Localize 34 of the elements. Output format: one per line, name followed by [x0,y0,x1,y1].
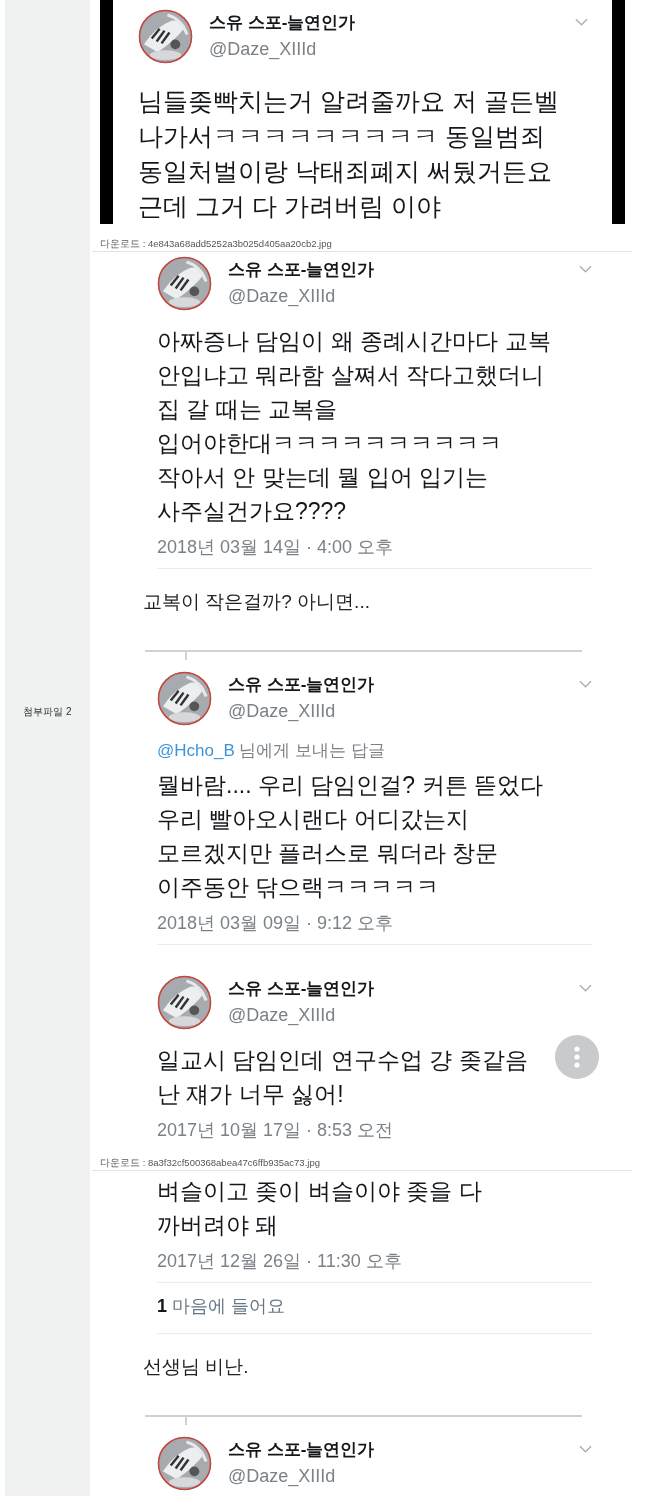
user-handle: @Daze_XIIId [209,38,318,62]
reply-line: @Hcho_B 님에게 보내는 답글 [157,740,386,762]
more-icon [574,1046,580,1068]
tweet-text: 님들좆빡치는거 알려줄까요 저 골든벨 나가서ㅋㅋㅋㅋㅋㅋㅋㅋㅋ 동일범죄 동일처벌이랑 낙태죄폐지 써뒀거든요 근데 그거 다 가려버림 이야 [138,86,559,222]
tweet-date: 2017년 12월 26일 · 11:30 오후 [157,1250,403,1273]
display-name: 스유 스포-늘연인가 [228,674,375,696]
tweet-text: 아짜증나 담임이 왜 종례시간마다 교복 안입냐고 뭐라함 살쪄서 작다고했더니 집 갈 때는 교복을 입어야한대ㅋㅋㅋㅋㅋㅋㅋㅋㅋㅋ 작아서 안 맞는데 뭘 입어 입기는 사주실건가요???? [157,327,551,526]
display-name: 스유 스포-늘연인가 [209,12,356,34]
user-handle: @Daze_XIIId [228,700,337,724]
display-name: 스유 스포-늘연인가 [228,1439,375,1461]
tweet-text: 뭘바람.... 우리 담임인걸? 커튼 뜯었다 우리 빨아오시랜다 어디갔는지 모르겠지만 플러스로 뭐더라 창문 이주동안 닦으랙ㅋㅋㅋㅋㅋ [157,771,543,902]
tweet-text: 벼슬이고 좆이 벼슬이야 좆을 다 까버려야 돼 [157,1177,482,1240]
tweet-date: 2018년 03월 14일 · 4:00 오후 [157,536,395,559]
user-handle: @Daze_XIIId [228,285,337,309]
chevron-down-icon[interactable] [579,1445,592,1453]
user-handle: @Daze_XIIId [228,1004,337,1028]
tweet-text: 일교시 담임인데 연구수업 걍 좆같음 난 쟤가 너무 싫어! [157,1046,528,1109]
mention-link[interactable]: @Hcho_B [157,741,235,760]
file-caption: 다운로드 : 4e843a68add5252a3b025d405aa20cb2.jpg [100,238,332,249]
display-name: 스유 스포-늘연인가 [228,978,375,1000]
chevron-down-icon[interactable] [579,984,592,992]
user-handle: @Daze_XIIId [228,1465,337,1489]
chevron-down-icon[interactable] [579,265,592,273]
tweet-date: 2017년 10월 17일 · 8:53 오전 [157,1119,395,1142]
display-name: 스유 스포-늘연인가 [228,259,375,281]
more-button[interactable] [555,1035,599,1079]
tweet-date: 2018년 03월 09일 · 9:12 오후 [157,912,395,935]
comment-text: 교복이 작은걸까? 아니면... [142,590,371,614]
attachment-label: 첨부파일 2 [23,704,72,719]
chevron-down-icon[interactable] [579,680,592,688]
file-caption: 다운로드 : 8a3f32cf500368abea47c6ffb935ac73.jpg [100,1157,320,1168]
chevron-down-icon[interactable] [575,18,588,26]
like-count: 1 마음에 들어요 [156,1295,287,1318]
comment-text: 선생님 비난. [142,1355,250,1379]
